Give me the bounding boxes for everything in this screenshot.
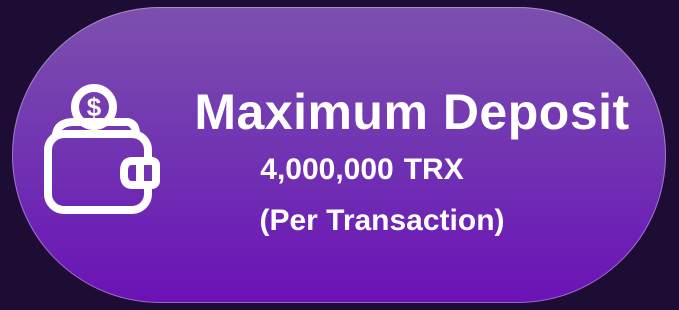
deposit-amount-line: 4,000,000 TRX (162, 151, 562, 189)
per-transaction-note: (Per Transaction) (259, 204, 505, 237)
wallet-coin-icon: $ (44, 84, 160, 214)
svg-text:$: $ (87, 92, 102, 122)
currency-label: TRX (403, 153, 464, 186)
max-deposit-card: $ Maximum Deposit 4,000,000 TRX (Per Tran… (12, 7, 666, 303)
title: Maximum Deposit (194, 84, 630, 140)
deposit-amount: 4,000,000 (260, 153, 394, 186)
